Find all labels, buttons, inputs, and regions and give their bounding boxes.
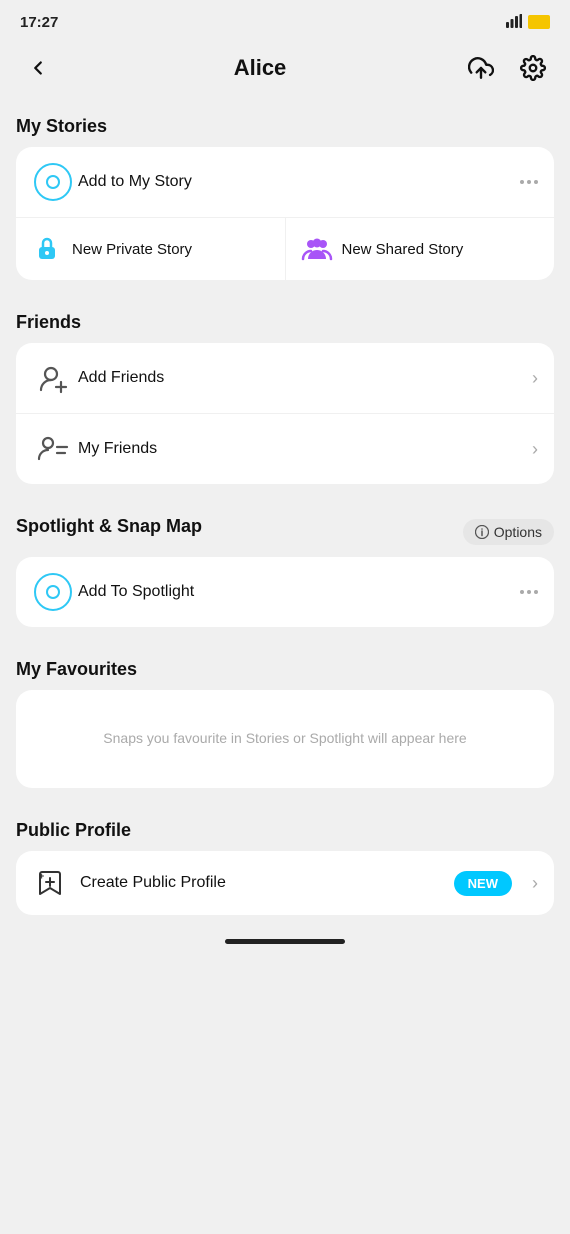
- home-indicator: [0, 931, 570, 948]
- add-friends-item[interactable]: Add Friends ›: [16, 343, 554, 413]
- add-to-spotlight-item[interactable]: Add To Spotlight: [16, 557, 554, 627]
- my-stories-section: My Stories Add to My Story: [0, 100, 570, 296]
- people-icon: [300, 232, 334, 266]
- public-profile-section: Public Profile + Create Public Profile N…: [0, 804, 570, 931]
- sdot-1: [520, 590, 524, 594]
- upload-button[interactable]: [462, 49, 500, 87]
- my-favourites-section: My Favourites Snaps you favourite in Sto…: [0, 643, 570, 804]
- my-friends-item[interactable]: My Friends ›: [16, 413, 554, 484]
- status-icons: [506, 14, 550, 31]
- signal-icon: [506, 14, 522, 31]
- my-friends-label: My Friends: [78, 440, 532, 458]
- add-to-my-story-item[interactable]: Add to My Story: [16, 147, 554, 217]
- add-to-spotlight-label: Add To Spotlight: [78, 583, 520, 601]
- battery-status-icon: [528, 15, 550, 29]
- options-button[interactable]: Options: [463, 519, 554, 545]
- add-friends-icon: [32, 357, 74, 399]
- new-badge: NEW: [454, 871, 512, 896]
- lock-icon: [30, 232, 64, 266]
- snap-camera-circle: [34, 163, 72, 201]
- dot-3: [534, 180, 538, 184]
- add-friends-chevron: ›: [532, 368, 538, 389]
- my-stories-card: Add to My Story New Private Story: [16, 147, 554, 280]
- settings-button[interactable]: [514, 49, 552, 87]
- public-profile-chevron: ›: [532, 873, 538, 894]
- bookmark-plus-icon: +: [32, 865, 68, 901]
- story-split-row: New Private Story New: [16, 217, 554, 280]
- page-title: Alice: [234, 55, 287, 81]
- dot-2: [527, 180, 531, 184]
- public-profile-card: + Create Public Profile NEW ›: [16, 851, 554, 915]
- options-label: Options: [494, 524, 542, 540]
- snap-camera-inner-circle: [46, 175, 60, 189]
- new-private-story-label: New Private Story: [72, 241, 192, 258]
- spotlight-title: Spotlight & Snap Map: [16, 516, 202, 537]
- camera-icon: [32, 161, 74, 203]
- favourites-empty-card: Snaps you favourite in Stories or Spotli…: [16, 690, 554, 788]
- favourites-empty-text: Snaps you favourite in Stories or Spotli…: [103, 730, 466, 746]
- status-bar: 17:27: [0, 0, 570, 40]
- new-shared-story-item[interactable]: New Shared Story: [285, 218, 555, 280]
- header: Alice: [0, 40, 570, 100]
- spotlight-camera-inner: [46, 585, 60, 599]
- svg-text:+: +: [39, 871, 44, 881]
- spotlight-more-options-icon[interactable]: [520, 590, 538, 594]
- my-stories-title: My Stories: [16, 116, 554, 137]
- dot-1: [520, 180, 524, 184]
- create-public-profile-item[interactable]: + Create Public Profile NEW ›: [16, 851, 554, 915]
- friends-section: Friends Add Friends ›: [0, 296, 570, 500]
- my-friends-chevron: ›: [532, 439, 538, 460]
- spotlight-camera-circle: [34, 573, 72, 611]
- friends-card: Add Friends › My Friends ›: [16, 343, 554, 484]
- sdot-2: [527, 590, 531, 594]
- status-time: 17:27: [20, 14, 58, 31]
- public-profile-title: Public Profile: [16, 820, 554, 841]
- new-private-story-item[interactable]: New Private Story: [16, 218, 285, 280]
- my-favourites-title: My Favourites: [16, 659, 554, 680]
- spotlight-camera-icon: [32, 571, 74, 613]
- add-friends-label: Add Friends: [78, 369, 532, 387]
- info-icon: [475, 525, 489, 539]
- add-to-my-story-label: Add to My Story: [78, 173, 520, 191]
- friends-title: Friends: [16, 312, 554, 333]
- my-friends-icon: [32, 428, 74, 470]
- spotlight-header-row: Spotlight & Snap Map Options: [16, 516, 554, 547]
- spotlight-card: Add To Spotlight: [16, 557, 554, 627]
- more-options-icon[interactable]: [520, 180, 538, 184]
- home-bar: [225, 939, 345, 944]
- new-shared-story-label: New Shared Story: [342, 241, 464, 258]
- back-button[interactable]: [18, 48, 58, 88]
- create-public-profile-label: Create Public Profile: [80, 874, 442, 892]
- sdot-3: [534, 590, 538, 594]
- header-actions: [462, 49, 552, 87]
- spotlight-section: Spotlight & Snap Map Options Add To Spot…: [0, 500, 570, 643]
